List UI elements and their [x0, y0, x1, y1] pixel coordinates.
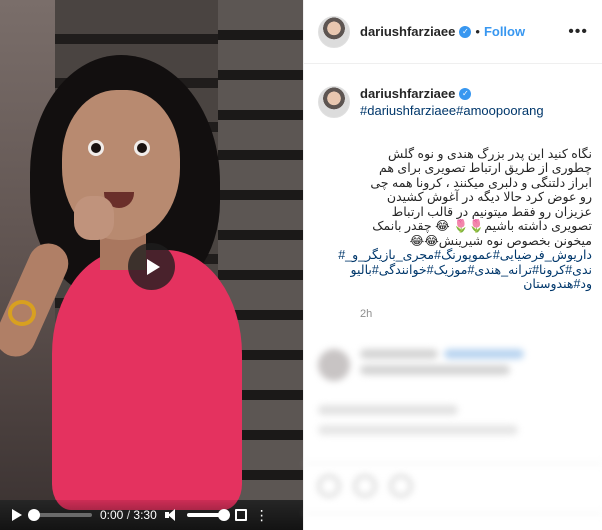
comment-icon: [354, 475, 376, 497]
caption-verified-icon: ✓: [459, 87, 472, 100]
caption-comment: dariushfarziaee ✓ #dariushfarziaee#amoop…: [304, 64, 602, 320]
play-overlay-button[interactable]: [128, 243, 175, 290]
child-hand: [74, 196, 114, 240]
blurred-comments: [304, 335, 602, 530]
caption-user-row: dariushfarziaee ✓: [360, 86, 592, 101]
seek-knob[interactable]: [28, 509, 40, 521]
caption-text: نگاه کنید این پدر بزرگ هندی و نوه گلش چط…: [338, 132, 592, 292]
control-play-icon[interactable]: [12, 509, 22, 521]
duration: 3:30: [133, 508, 157, 522]
play-icon: [147, 258, 160, 275]
caption-username[interactable]: dariushfarziaee: [360, 86, 455, 101]
child-bangle: [8, 300, 36, 326]
fullscreen-icon[interactable]: [234, 509, 247, 521]
share-icon: [390, 475, 412, 497]
blurred-comment-line: [360, 365, 510, 375]
follow-button[interactable]: Follow: [484, 24, 525, 39]
header-username[interactable]: dariushfarziaee: [360, 24, 455, 39]
blurred-divider-2: [304, 513, 602, 514]
volume-slider[interactable]: [186, 509, 230, 521]
blurred-link: [444, 349, 524, 359]
volume-knob[interactable]: [217, 509, 230, 521]
caption-body-text: نگاه کنید این پدر بزرگ هندی و نوه گلش چط…: [370, 146, 592, 248]
time-display: 0:00 / 3:30: [100, 508, 157, 522]
caption-body: dariushfarziaee ✓ #dariushfarziaee#amoop…: [338, 86, 592, 320]
time-separator: /: [126, 508, 131, 522]
video-more-icon[interactable]: ⋮: [255, 508, 269, 522]
blurred-avatar: [318, 349, 350, 381]
seek-bar[interactable]: [28, 509, 92, 521]
current-time: 0:00: [100, 508, 124, 522]
post-header: dariushfarziaee ✓ • Follow •••: [304, 0, 602, 64]
blurred-comment-line-2: [318, 405, 458, 415]
child-eye-left: [88, 140, 104, 156]
caption-avatar[interactable]: [318, 86, 350, 118]
verified-icon: ✓: [459, 25, 472, 38]
video-player[interactable]: 0:00 / 3:30 ⋮: [0, 0, 303, 530]
post-panel: dariushfarziaee ✓ • Follow ••• dariushfa…: [303, 0, 602, 530]
avatar[interactable]: [318, 15, 350, 48]
child-eye-right: [134, 140, 150, 156]
volume-icon[interactable]: [164, 509, 179, 521]
like-icon: [318, 475, 340, 497]
blurred-action-icons: [318, 475, 412, 497]
more-options-icon[interactable]: •••: [568, 23, 588, 41]
blurred-divider: [304, 463, 602, 464]
caption-hashtags[interactable]: #dariushfarziaee#amoopoorang: [360, 103, 592, 118]
separator-dot: •: [475, 24, 480, 39]
video-controls: 0:00 / 3:30 ⋮: [0, 500, 303, 530]
caption-hashtag-list[interactable]: داریوش_فرضیایی#عموپورنگ#مجری_بازیگر_و_# …: [338, 248, 592, 291]
post-time-ago[interactable]: 2h: [360, 308, 592, 320]
blurred-username: [360, 349, 438, 359]
blurred-comment-line-3: [318, 425, 518, 435]
